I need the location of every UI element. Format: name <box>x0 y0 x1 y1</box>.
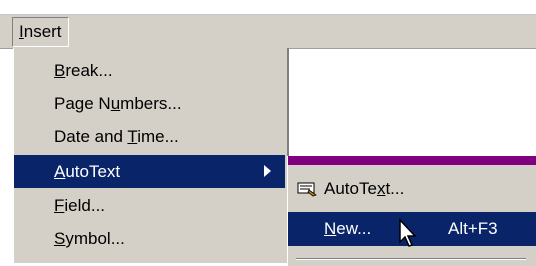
submenu-item-autotext[interactable]: AutoText... <box>288 172 536 206</box>
menu-item-date-and-time[interactable]: Date and Time... <box>14 120 285 153</box>
menu-insert[interactable]: Insert <box>12 17 69 47</box>
menu-item-break[interactable]: Break... <box>14 54 285 87</box>
submenu-title-bar <box>288 156 536 165</box>
menu-item-date-and-time-label: Date and Time... <box>54 127 179 146</box>
autotext-submenu: AutoText... New... Alt+F3 <box>287 156 536 266</box>
autotext-icon <box>297 182 317 197</box>
submenu-item-new-shortcut: Alt+F3 <box>448 219 498 238</box>
window-top-strip <box>0 0 536 15</box>
menu-item-symbol-label: Symbol... <box>54 229 125 248</box>
insert-menu: Break... Page Numbers... Date and Time..… <box>13 48 289 263</box>
menu-insert-label: Insert <box>19 22 62 41</box>
submenu-item-autotext-label: AutoText... <box>324 179 405 198</box>
menu-item-field[interactable]: Field... <box>14 189 285 222</box>
menu-item-symbol[interactable]: Symbol... <box>14 222 285 255</box>
menu-item-autotext-label: AutoText <box>54 162 121 181</box>
submenu-item-new-label: New... <box>324 219 372 238</box>
menu-item-page-numbers-label: Page Numbers... <box>54 94 182 113</box>
submenu-separator <box>296 258 526 260</box>
menu-item-page-numbers[interactable]: Page Numbers... <box>14 87 285 120</box>
menu-item-field-label: Field... <box>54 196 106 215</box>
menu-item-autotext[interactable]: AutoText <box>14 155 285 188</box>
submenu-arrow-icon <box>264 165 271 177</box>
menu-item-break-label: Break... <box>54 61 113 80</box>
menu-bar: Insert <box>0 15 536 49</box>
mouse-pointer-icon <box>399 218 417 247</box>
